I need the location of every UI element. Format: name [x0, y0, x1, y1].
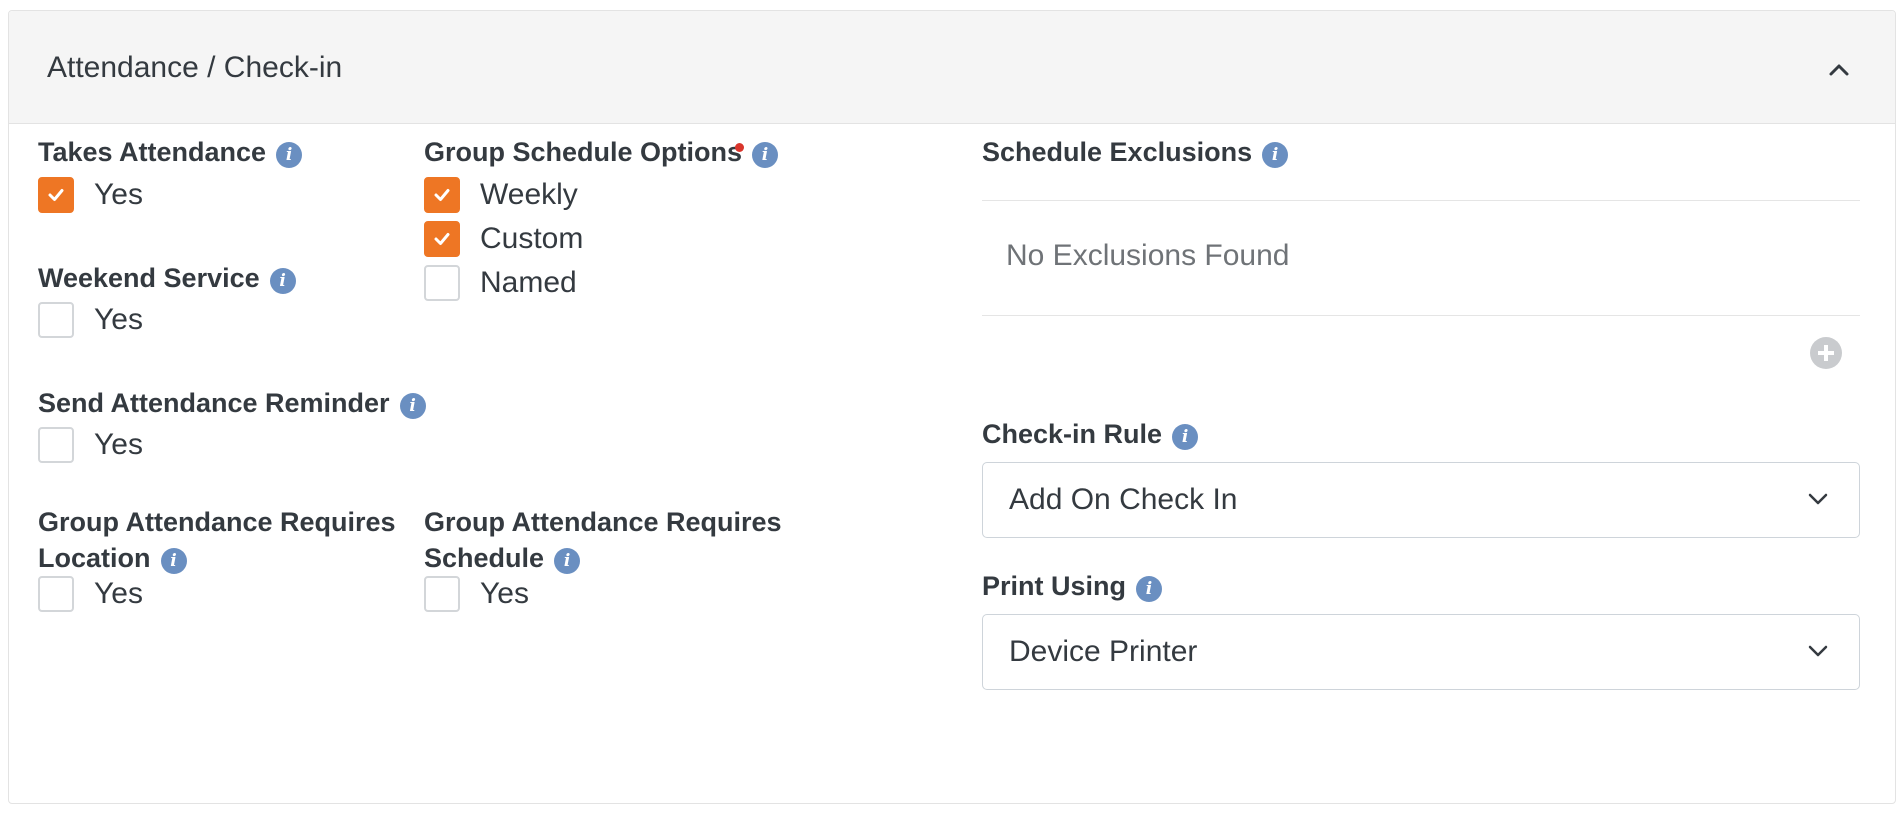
info-icon[interactable]: i: [160, 548, 187, 574]
checkbox-unchecked[interactable]: [424, 265, 460, 301]
requires-schedule-checkbox[interactable]: Yes: [424, 574, 529, 614]
checkbox-label: Named: [480, 266, 577, 299]
checkbox-unchecked[interactable]: [38, 427, 74, 463]
takes-attendance-checkbox[interactable]: Yes: [38, 175, 143, 215]
checkin-rule-select[interactable]: Add On Check In: [982, 462, 1860, 538]
checkbox-checked[interactable]: [38, 177, 74, 213]
checkbox-label: Yes: [94, 428, 143, 461]
info-icon[interactable]: i: [1262, 142, 1289, 168]
checkbox-label: Yes: [94, 303, 143, 336]
group-schedule-options-label: Group Schedule Options i: [424, 134, 779, 170]
chevron-down-icon: [1808, 645, 1828, 657]
send-attendance-reminder-checkbox[interactable]: Yes: [38, 425, 143, 465]
info-icon[interactable]: i: [276, 142, 303, 168]
chevron-up-icon[interactable]: [1825, 57, 1853, 81]
checkbox-unchecked[interactable]: [424, 576, 460, 612]
required-indicator: [735, 143, 744, 152]
checkbox-unchecked[interactable]: [38, 302, 74, 338]
checkbox-label: Weekly: [480, 178, 578, 211]
panel-title: Attendance / Check-in: [47, 51, 343, 84]
info-icon[interactable]: i: [1136, 576, 1163, 602]
requires-location-checkbox[interactable]: Yes: [38, 574, 143, 614]
info-icon[interactable]: i: [752, 142, 779, 168]
schedule-option-named[interactable]: Named: [424, 263, 577, 303]
checkmark-icon: [434, 189, 450, 201]
print-using-select[interactable]: Device Printer: [982, 614, 1860, 690]
select-value: Device Printer: [1009, 635, 1198, 668]
print-using-label: Print Using i: [982, 568, 1163, 604]
empty-state-text: No Exclusions Found: [1006, 239, 1290, 272]
weekend-service-label: Weekend Service i: [38, 260, 296, 296]
plus-circle-icon[interactable]: [1810, 337, 1842, 369]
checkmark-icon: [434, 233, 450, 245]
takes-attendance-label: Takes Attendance i: [38, 134, 303, 170]
panel-header[interactable]: Attendance / Check-in: [9, 11, 1895, 124]
requires-location-label: Group Attendance Requires Location i: [38, 507, 396, 574]
schedule-exclusions-label: Schedule Exclusions i: [982, 134, 1289, 170]
info-icon[interactable]: i: [269, 268, 296, 294]
checkbox-label: Yes: [480, 577, 529, 610]
weekend-service-checkbox[interactable]: Yes: [38, 300, 143, 340]
info-icon[interactable]: i: [1172, 424, 1199, 450]
schedule-exclusions-list: No Exclusions Found: [982, 200, 1860, 316]
checkbox-label: Yes: [94, 178, 143, 211]
checkbox-unchecked[interactable]: [38, 576, 74, 612]
checkbox-checked[interactable]: [424, 177, 460, 213]
send-attendance-reminder-label: Send Attendance Reminder i: [38, 385, 426, 421]
schedule-option-custom[interactable]: Custom: [424, 219, 583, 259]
chevron-down-icon: [1808, 493, 1828, 505]
schedule-option-weekly[interactable]: Weekly: [424, 175, 578, 215]
select-value: Add On Check In: [1009, 483, 1238, 516]
checkin-rule-label: Check-in Rule i: [982, 416, 1199, 452]
info-icon[interactable]: i: [554, 548, 581, 574]
checkbox-checked[interactable]: [424, 221, 460, 257]
info-icon[interactable]: i: [399, 393, 426, 419]
requires-schedule-label: Group Attendance Requires Schedule i: [424, 507, 782, 574]
checkbox-label: Yes: [94, 577, 143, 610]
checkbox-label: Custom: [480, 222, 584, 255]
checkmark-icon: [48, 189, 64, 201]
